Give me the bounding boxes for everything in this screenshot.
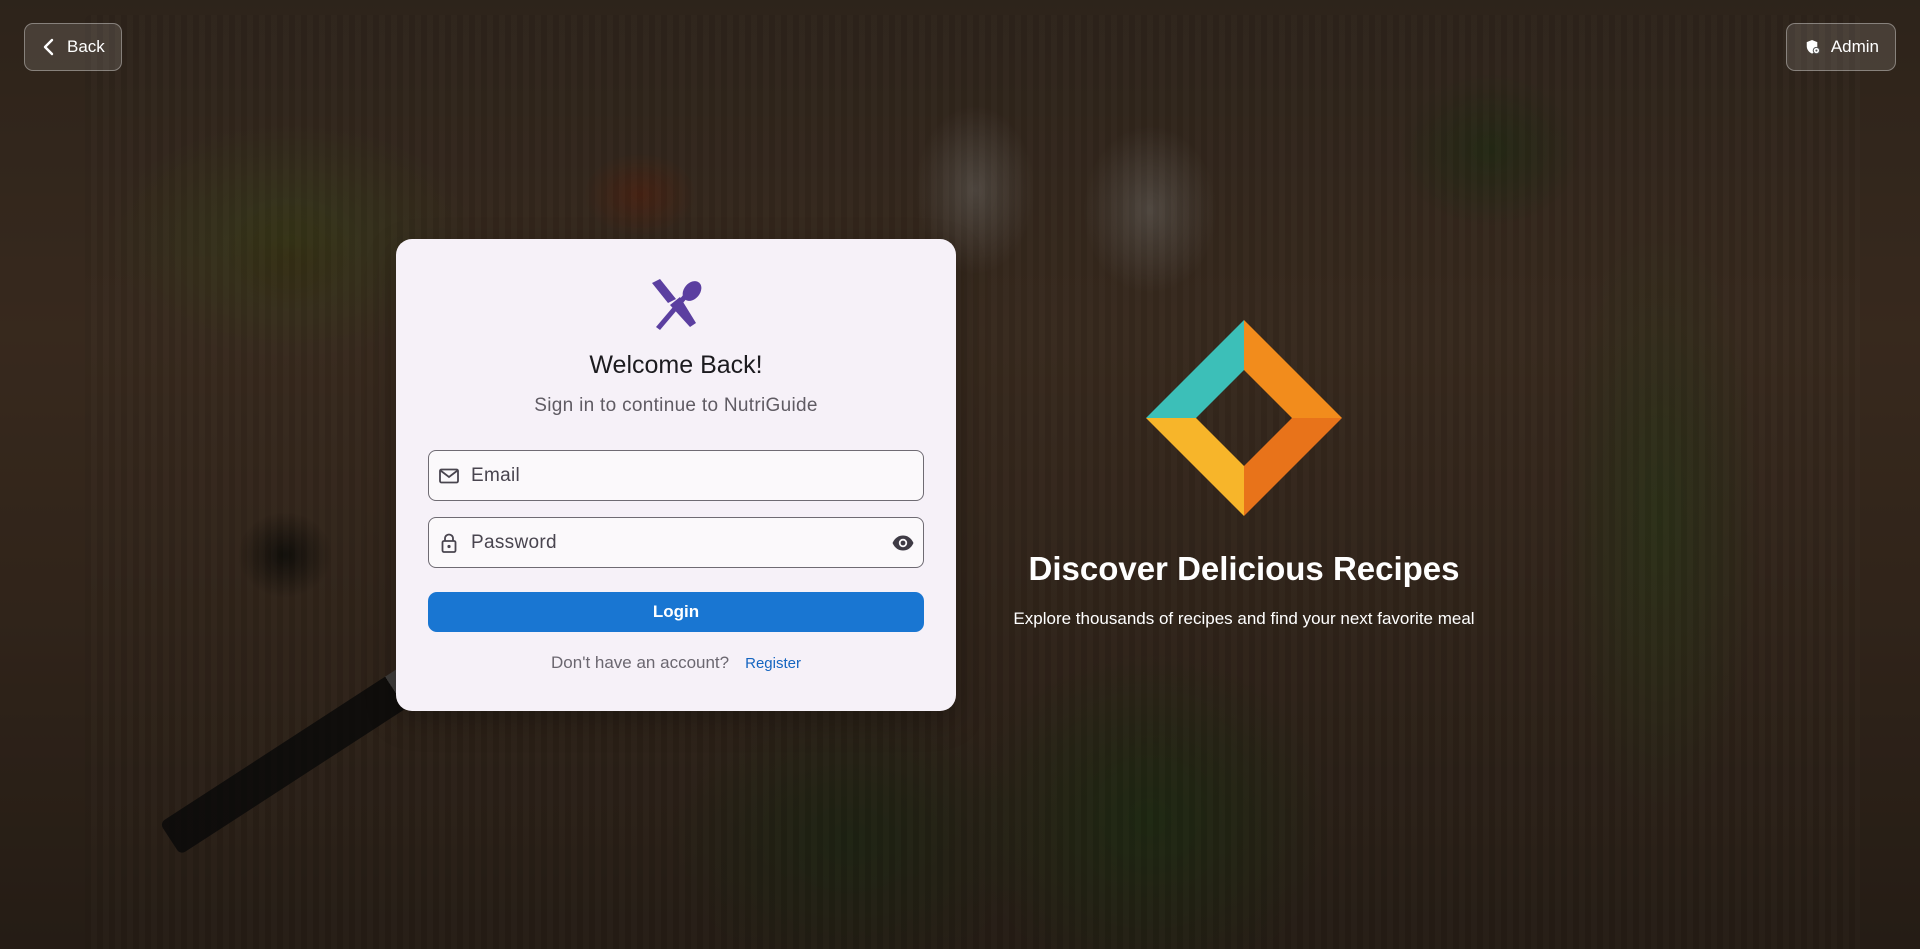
admin-shield-icon — [1806, 39, 1821, 55]
fork-spoon-icon — [652, 279, 702, 330]
background-photo — [0, 0, 1920, 949]
welcome-subtitle: Sign in to continue to NutriGuide — [534, 395, 818, 416]
register-prompt: Don't have an account? — [551, 653, 730, 672]
diamond-logo-icon — [1146, 320, 1342, 516]
back-button[interactable]: Back — [24, 23, 122, 71]
register-link[interactable]: Register — [745, 655, 801, 672]
background-dim-overlay — [0, 0, 1920, 949]
show-password-icon[interactable] — [891, 531, 915, 555]
admin-button-label: Admin — [1830, 37, 1879, 56]
email-field[interactable] — [428, 450, 924, 501]
back-button-label: Back — [67, 37, 105, 56]
chevron-left-icon — [43, 38, 54, 56]
mail-icon — [439, 468, 459, 483]
welcome-title: Welcome Back! — [589, 351, 763, 379]
login-button[interactable]: Login — [428, 592, 924, 632]
login-card: Welcome Back! Sign in to continue to Nut… — [396, 239, 956, 711]
promo-subtitle: Explore thousands of recipes and find yo… — [1013, 609, 1475, 628]
lock-icon — [441, 533, 457, 553]
register-row: Don't have an account? Register — [396, 653, 956, 673]
email-input[interactable] — [469, 463, 923, 488]
promo-title: Discover Delicious Recipes — [1028, 550, 1460, 587]
password-field[interactable] — [428, 517, 924, 568]
admin-button[interactable]: Admin — [1786, 23, 1896, 71]
password-input[interactable] — [469, 530, 891, 555]
